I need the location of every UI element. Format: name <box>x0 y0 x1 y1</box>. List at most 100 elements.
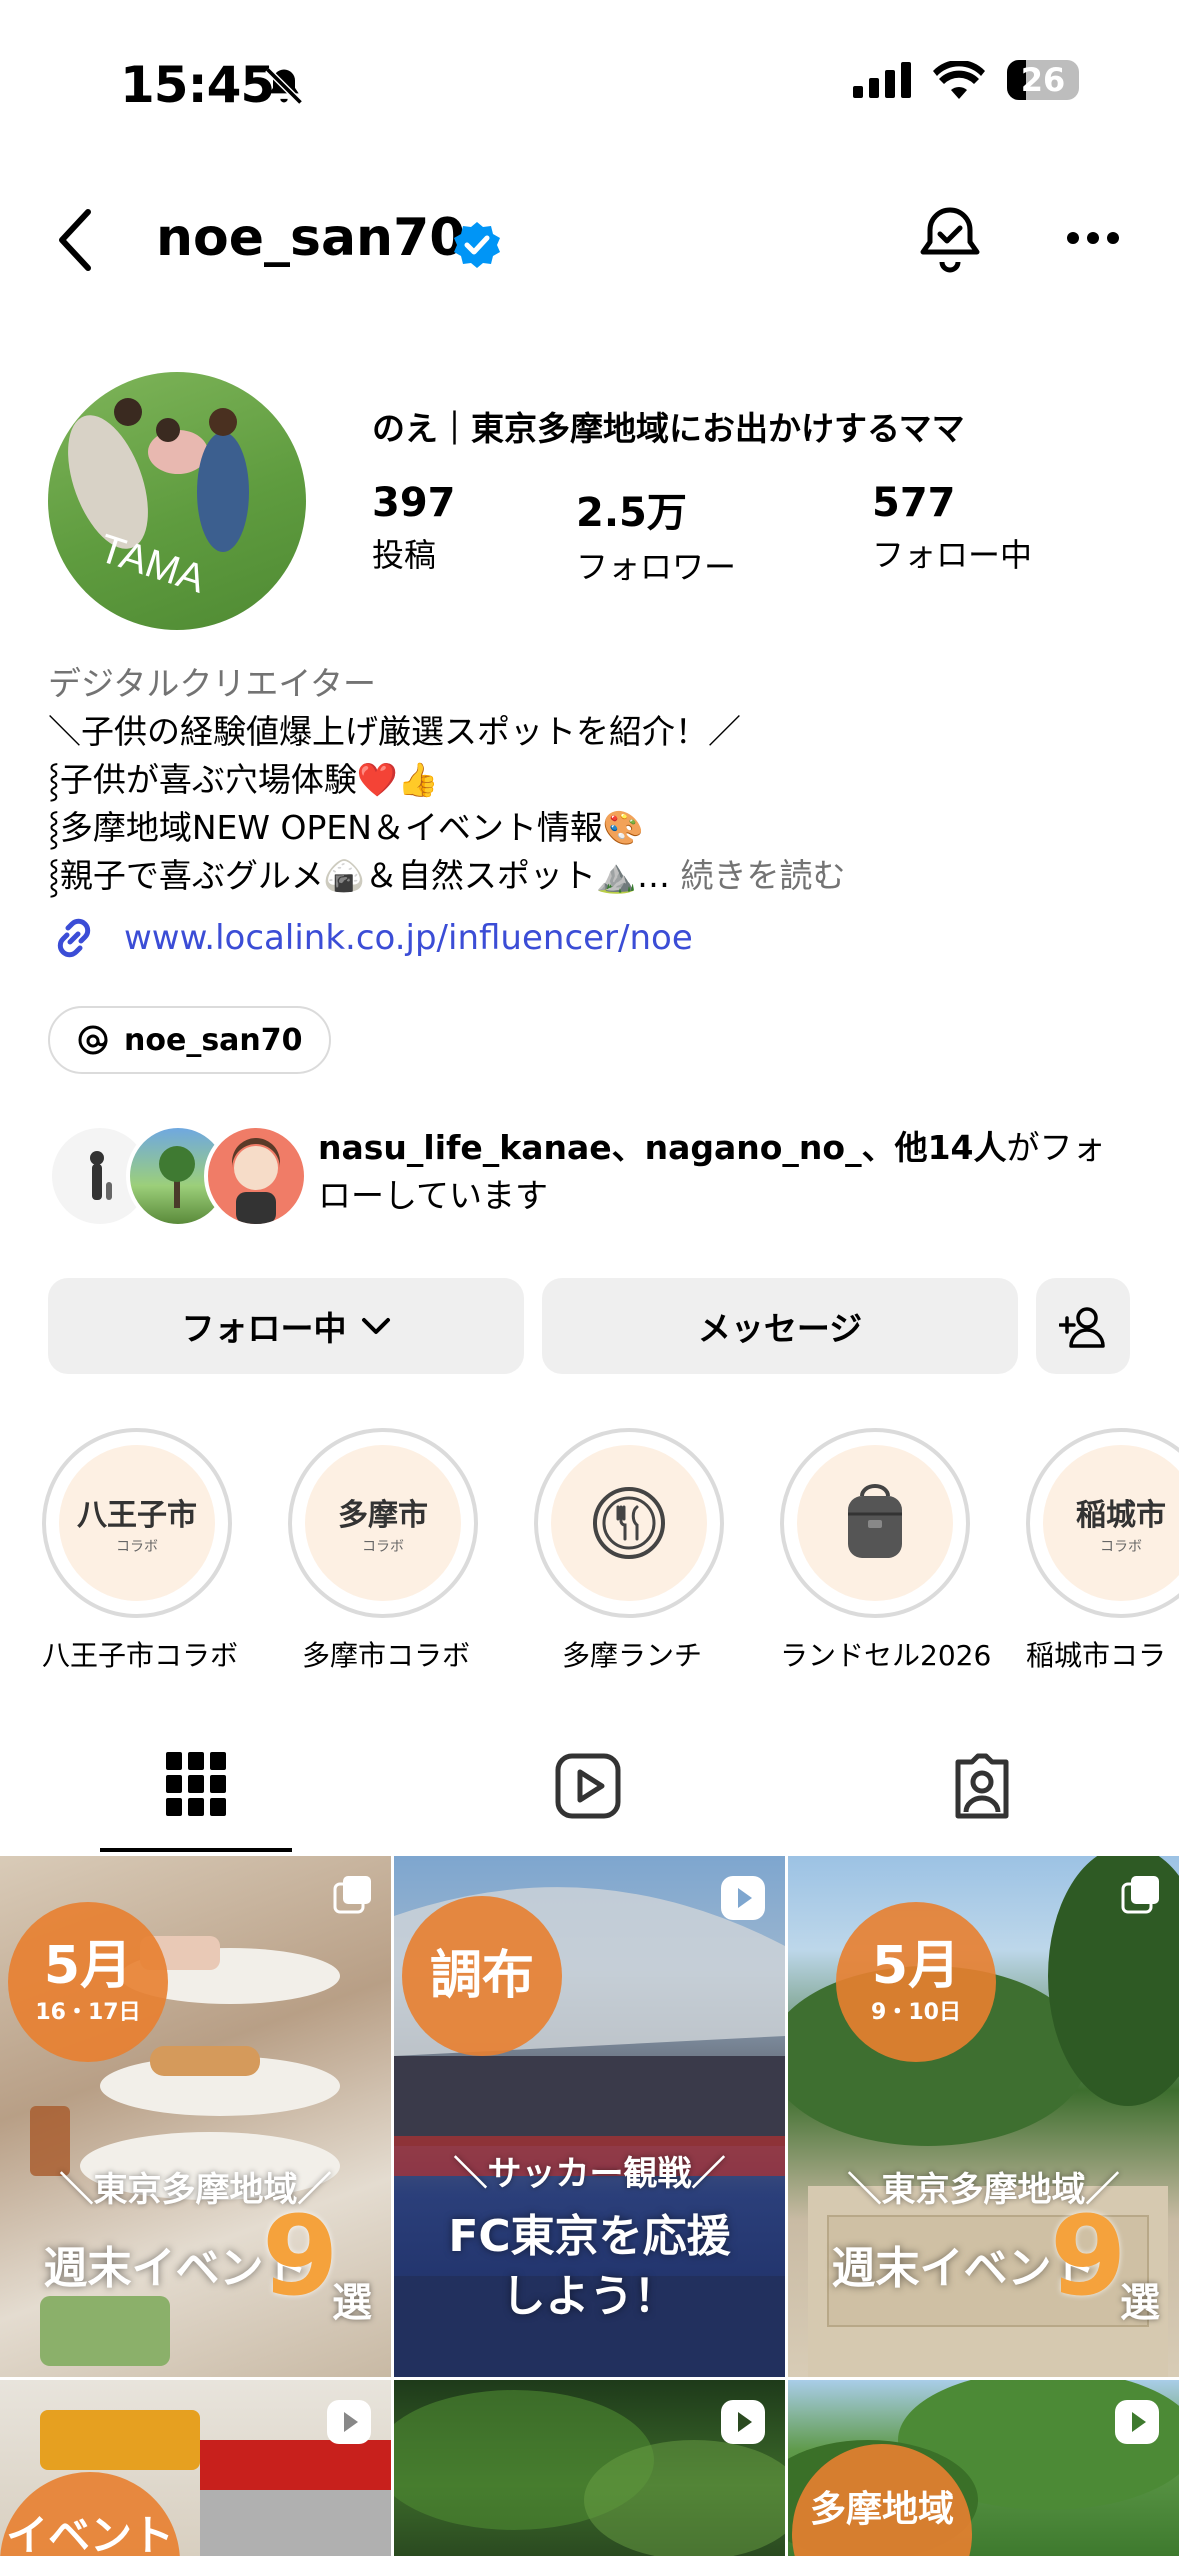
stat-label: フォロワー <box>576 548 737 586</box>
stat-label: フォロー中 <box>872 536 1033 574</box>
highlight-lunch[interactable]: 多摩ランチ <box>534 1428 730 1674</box>
badge-main: 5月 <box>871 1936 961 1996</box>
school-backpack-icon <box>848 1484 902 1558</box>
mutual-followers-avatars[interactable] <box>48 1124 308 1228</box>
chevron-down-icon <box>361 1318 390 1334</box>
highlight-subtitle: コラボ <box>362 1539 404 1555</box>
post-date-badge: 5月 9・10日 <box>836 1902 996 2062</box>
highlight-title: 多摩市 <box>338 1498 428 1533</box>
highlight-title: 八王子市 <box>77 1498 197 1533</box>
post-date-badge: 5月 16・17日 <box>8 1902 168 2062</box>
mutual-followers-text[interactable]: nasu_life_kanae、nagano_no_、他14人がフォローしていま… <box>318 1124 1138 1220</box>
message-button-label: メッセージ <box>697 1309 863 1348</box>
profile-bio: デジタルクリエイター ＼子供の経験値爆上げ厳選スポットを紹介！／ ⸾子供が喜ぶ穴… <box>48 660 1138 900</box>
read-more-link[interactable]: 続きを読む <box>681 856 846 895</box>
cellular-signal-icon <box>853 62 911 98</box>
notifications-bell-button[interactable] <box>914 204 986 280</box>
badge-main: 5月 <box>43 1936 133 1996</box>
post-tile[interactable]: イベント <box>0 2380 391 2556</box>
bio-line: ⸾親子で喜ぶグルメ🍙＆自然スポット⛰️… <box>48 856 670 895</box>
highlight-label: 多摩ランチ <box>561 1639 702 1672</box>
status-time: 15:45 <box>120 56 275 114</box>
tagged-person-icon <box>955 1753 1009 1819</box>
reel-play-icon <box>327 2400 371 2444</box>
active-tab-indicator <box>100 1848 292 1852</box>
threads-icon <box>78 1025 108 1055</box>
highlight-label: ランドセル2026 <box>780 1639 992 1672</box>
profile-full-name: のえ｜東京多摩地域にお出かけするママ <box>372 409 965 448</box>
stat-value: 2.5万 <box>576 490 687 536</box>
post-tile[interactable]: 調布 ＼サッカー観戦／ FC東京を応援 しよう！ <box>394 1856 785 2377</box>
highlight-label: 八王子市コラボ <box>42 1639 239 1672</box>
following-button-label: フォロー中 <box>181 1309 347 1348</box>
mutual-names: nasu_life_kanae、nagano_no_、他14人 <box>318 1128 1007 1167</box>
stat-label: 投稿 <box>372 536 437 574</box>
post-tile[interactable]: 5月 9・10日 ＼東京多摩地域／ 週末イベント 9 選 <box>788 1856 1179 2377</box>
following-button[interactable]: フォロー中 <box>48 1278 524 1374</box>
reel-play-icon <box>721 2400 765 2444</box>
post-tile[interactable] <box>394 2380 785 2556</box>
threads-badge[interactable]: noe_san70 <box>48 1006 331 1074</box>
mutual-avatar <box>204 1124 308 1228</box>
bio-line: ＼子供の経験値爆上げ厳選スポットを紹介！／ <box>48 712 741 751</box>
bio-line: ⸾多摩地域NEW OPEN＆イベント情報🎨 <box>48 808 644 847</box>
highlight-title: 稲城市 <box>1076 1498 1166 1533</box>
stat-value: 577 <box>872 480 956 526</box>
post-caption: 選 <box>1120 2280 1160 2326</box>
tab-reels[interactable] <box>554 1752 622 1824</box>
message-button[interactable]: メッセージ <box>542 1278 1018 1374</box>
post-tile[interactable]: 5月 16・17日 ＼東京多摩地域／ 週末イベント 9 選 <box>0 1856 391 2377</box>
status-icons: 26 <box>853 60 1079 100</box>
tab-tagged[interactable] <box>948 1752 1016 1824</box>
stat-posts[interactable]: 397 投稿 <box>372 480 456 576</box>
highlight-label: 稲城市コラ <box>1026 1639 1167 1672</box>
verified-badge-icon <box>452 220 502 274</box>
post-big-number: 9 <box>1050 2192 1127 2320</box>
highlight-randoseru[interactable]: ランドセル2026 <box>780 1428 992 1674</box>
wifi-icon <box>933 61 985 99</box>
reels-icon <box>555 1753 621 1819</box>
stat-value: 397 <box>372 480 456 526</box>
carousel-icon <box>1121 1876 1159 1914</box>
highlight-subtitle: コラボ <box>1100 1539 1142 1555</box>
silent-bell-icon <box>262 64 306 112</box>
bio-line: ⸾子供が喜ぶ穴場体験❤️👍 <box>48 760 439 799</box>
battery-percentage: 26 <box>1020 61 1066 99</box>
add-person-icon <box>1059 1307 1105 1348</box>
bell-check-icon <box>920 207 980 273</box>
stat-following[interactable]: 577 フォロー中 <box>872 480 1032 576</box>
highlight-hachioji[interactable]: 八王子市 コラボ 八王子市コラボ <box>42 1428 238 1674</box>
highlight-subtitle: コラボ <box>116 1539 158 1555</box>
post-caption: ＼サッカー観戦／ <box>453 2154 726 2194</box>
grid-icon <box>166 1752 226 1816</box>
tab-posts-grid[interactable] <box>166 1752 226 1820</box>
more-options-button[interactable] <box>1066 230 1120 249</box>
carousel-icon <box>333 1876 371 1914</box>
profile-avatar[interactable]: TAMA <box>48 372 306 630</box>
profile-link-text[interactable]: www.localink.co.jp/influencer/noe <box>124 918 693 958</box>
post-tile[interactable]: 多摩地域 <box>788 2380 1179 2556</box>
reel-play-icon <box>1115 2400 1159 2444</box>
highlight-tama[interactable]: 多摩市 コラボ 多摩市コラボ <box>288 1428 484 1674</box>
battery-indicator: 26 <box>1007 60 1079 100</box>
highlight-label: 多摩市コラボ <box>301 1639 470 1672</box>
post-location-badge: 調布 <box>402 1896 562 2056</box>
stat-followers[interactable]: 2.5万 フォロワー <box>576 480 736 588</box>
chevron-left-icon <box>59 209 91 271</box>
badge-sub: 9・10日 <box>871 2000 961 2025</box>
post-caption: FC東京を応援 <box>448 2211 731 2262</box>
profile-username: noe_san70 <box>156 208 466 268</box>
profile-link[interactable]: www.localink.co.jp/influencer/noe <box>48 912 693 964</box>
post-big-number: 9 <box>262 2192 339 2320</box>
badge-main: 調布 <box>429 1946 534 2006</box>
suggest-users-button[interactable] <box>1036 1278 1130 1374</box>
fork-knife-icon <box>593 1487 665 1559</box>
back-button[interactable] <box>56 208 96 276</box>
post-caption: しよう！ <box>501 2271 678 2322</box>
link-icon <box>57 918 91 958</box>
highlight-inagi[interactable]: 稲城市コラボ 稲城市コラ <box>1026 1428 1179 1674</box>
ellipsis-icon <box>1067 232 1119 244</box>
badge-sub: 16・17日 <box>35 2000 141 2025</box>
threads-handle: noe_san70 <box>124 1022 303 1058</box>
post-caption: 選 <box>332 2280 372 2326</box>
